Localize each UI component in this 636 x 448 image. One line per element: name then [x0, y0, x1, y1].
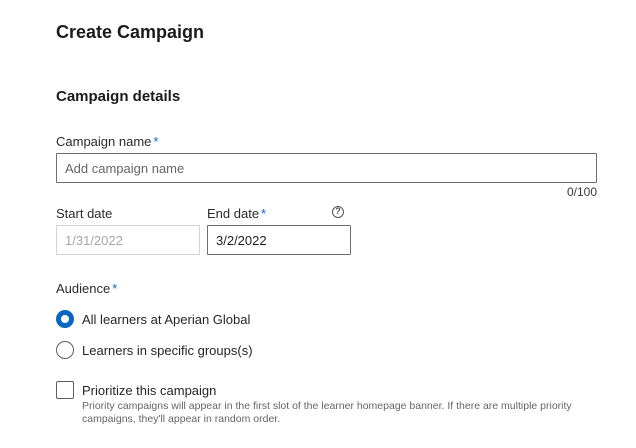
prioritize-campaign-row: Prioritize this campaign Priority campai…	[56, 381, 582, 426]
campaign-name-input[interactable]	[56, 153, 597, 183]
prioritize-label[interactable]: Prioritize this campaign	[82, 383, 582, 398]
campaign-name-label: Campaign name *	[56, 134, 158, 149]
required-asterisk: *	[261, 206, 267, 221]
page-title: Create Campaign	[56, 22, 205, 42]
audience-option-specific-groups[interactable]: Learners in specific groups(s)	[56, 340, 253, 360]
help-icon[interactable]: ?	[332, 206, 344, 218]
audience-label: Audience *	[56, 281, 117, 296]
audience-option-label: All learners at Aperian Global	[82, 311, 251, 327]
prioritize-checkbox[interactable]	[56, 381, 74, 399]
end-date-label: End date *	[207, 206, 266, 221]
radio-button-selected[interactable]	[56, 310, 74, 328]
end-date-input[interactable]	[207, 225, 351, 255]
start-date-label: Start date	[56, 206, 113, 221]
prioritize-text: Prioritize this campaign Priority campai…	[82, 383, 582, 426]
campaign-name-label-text: Campaign name	[56, 134, 152, 149]
audience-option-label: Learners in specific groups(s)	[82, 342, 253, 358]
required-asterisk: *	[112, 281, 118, 296]
start-date-input	[56, 225, 200, 255]
required-asterisk: *	[153, 134, 159, 149]
radio-button[interactable]	[56, 341, 74, 359]
prioritize-description: Priority campaigns will appear in the fi…	[82, 400, 572, 425]
audience-option-all-learners[interactable]: All learners at Aperian Global	[56, 309, 250, 329]
section-title: Campaign details	[56, 88, 181, 105]
audience-label-text: Audience	[56, 281, 111, 296]
end-date-label-text: End date	[207, 206, 260, 221]
character-counter: 0/100	[566, 185, 597, 199]
